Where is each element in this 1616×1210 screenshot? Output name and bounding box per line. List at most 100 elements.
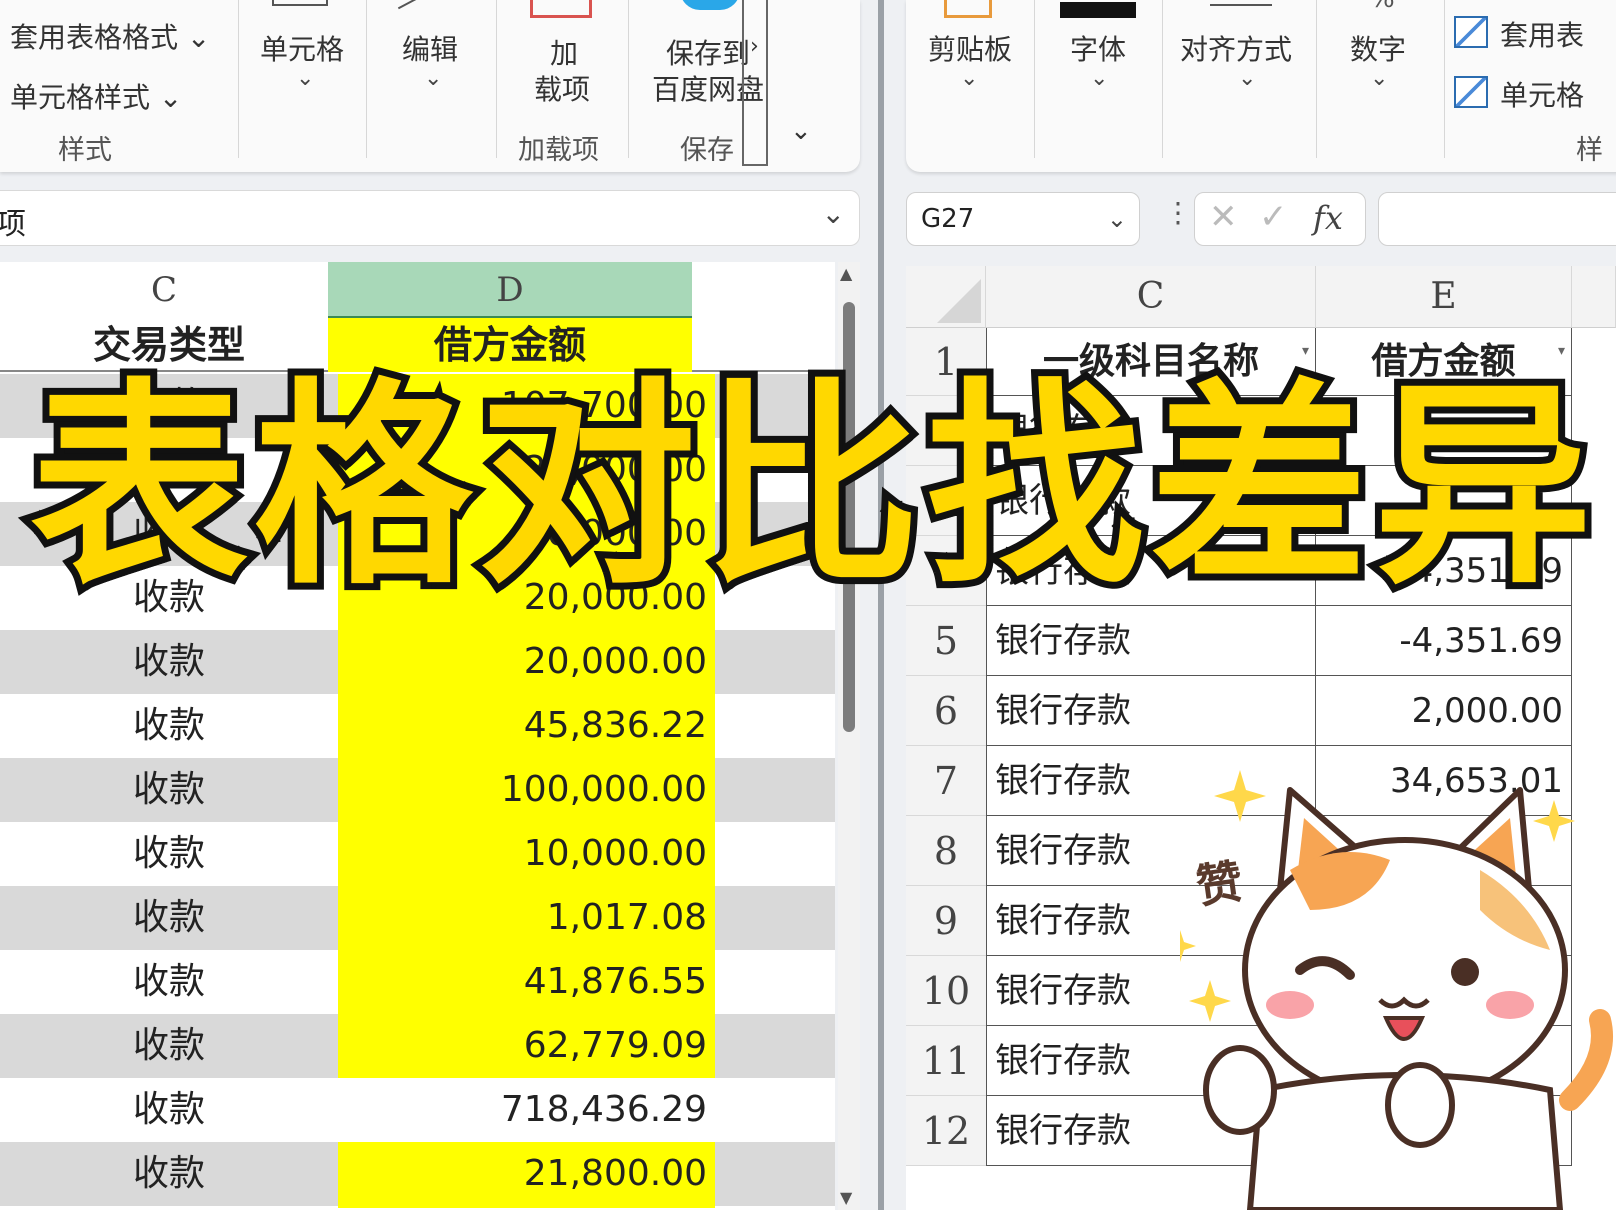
next-column-cell[interactable] [715, 950, 835, 1016]
ribbon-separator [1444, 0, 1445, 158]
cell-style-icon [1454, 76, 1488, 108]
chevron-down-icon[interactable]: ⌄ [1107, 193, 1127, 245]
transaction-type-cell[interactable]: 收款 [0, 1078, 338, 1144]
chevron-down-icon: ⌄ [1090, 66, 1109, 91]
column-header-d[interactable]: D [328, 262, 692, 318]
row-header[interactable]: 12 [906, 1096, 986, 1166]
cell-style-button[interactable]: 单元格 [1454, 74, 1616, 118]
expand-formula-icon[interactable]: ⌄ [822, 197, 845, 230]
debit-amount-cell[interactable]: 41,876.55 [338, 950, 715, 1016]
row-header[interactable]: 9 [906, 886, 986, 956]
alignment-button[interactable]: 对齐方式 ⌄ [1172, 0, 1318, 150]
cell-icon [272, 0, 328, 6]
table-row[interactable]: 收款 1,017.08 [0, 886, 835, 952]
row-header[interactable]: 6 [906, 676, 986, 746]
column-header-c[interactable]: C [986, 266, 1316, 328]
ribbon-separator [1034, 0, 1035, 158]
name-box[interactable]: G27 ⌄ [906, 192, 1140, 246]
column-header-e[interactable]: E [1316, 266, 1572, 328]
debit-amount-cell[interactable]: -4,351.69 [1316, 606, 1572, 676]
edit-button[interactable]: 编辑 ⌄ [384, 0, 484, 150]
transaction-type-cell[interactable]: 收款 [0, 822, 338, 888]
more-options-icon[interactable]: ⋮ [1164, 196, 1192, 229]
transaction-type-cell[interactable]: 收款 [0, 1014, 338, 1080]
next-column-cell[interactable] [715, 1078, 835, 1144]
cell-style-button[interactable]: 单元格样式 ⌄ [10, 76, 182, 116]
transaction-type-cell[interactable]: 收款 [0, 950, 338, 1016]
next-column-cell[interactable] [715, 822, 835, 888]
formula-bar[interactable]: 项 ⌄ [0, 190, 860, 246]
cell-button[interactable]: 单元格 ⌄ [252, 0, 356, 150]
transaction-type-cell[interactable]: 收款 [0, 886, 338, 952]
ribbon-separator [238, 0, 239, 158]
scroll-down-icon[interactable]: ▼ [840, 1188, 852, 1207]
chevron-down-icon: ⌄ [1238, 66, 1257, 91]
overlay-title: 表格对比找差异 [23, 361, 1599, 615]
table-row[interactable]: 收款 21,800.00 [0, 1142, 835, 1208]
table-format-button[interactable]: 套用表格格式 ⌄ [10, 16, 210, 56]
debit-amount-cell[interactable]: 10,000.00 [338, 822, 715, 888]
next-column-cell[interactable] [715, 694, 835, 760]
table-row[interactable]: 收款 45,836.22 [0, 694, 835, 760]
baidu-cloud-icon [680, 0, 740, 10]
debit-amount-cell[interactable]: 2,000.00 [1316, 676, 1572, 746]
column-header-next[interactable] [1572, 266, 1616, 328]
font-button[interactable]: 字体 ⌄ [1044, 0, 1156, 150]
debit-amount-cell[interactable]: 1,017.08 [338, 886, 715, 952]
table-format-button[interactable]: 套用表 [1454, 14, 1616, 58]
row-header[interactable]: 10 [906, 956, 986, 1026]
ribbon-scroll-box[interactable] [742, 0, 768, 166]
table-row[interactable]: 收款 10,000.00 [0, 822, 835, 888]
formula-controls: ✕ ✓ fx [1194, 192, 1366, 246]
debit-amount-cell[interactable]: 20,000.00 [338, 630, 715, 696]
debit-amount-cell[interactable]: 21,800.00 [338, 1142, 715, 1208]
percent-icon: % [1370, 0, 1395, 14]
collapse-ribbon-icon[interactable]: ⌄ [790, 116, 812, 146]
ribbon: 剪贴板 ⌄ 字体 ⌄ 对齐方式 ⌄ % 数字 ⌄ 套用表 单元格 [906, 0, 1616, 172]
row-header[interactable]: 7 [906, 746, 986, 816]
confirm-icon[interactable]: ✓ [1259, 197, 1288, 237]
row-header[interactable]: 5 [906, 606, 986, 676]
transaction-type-cell[interactable]: 收款 [0, 694, 338, 760]
table-row[interactable]: 收款 41,876.55 [0, 950, 835, 1016]
table-row[interactable]: 收款 20,000.00 [0, 630, 835, 696]
clipboard-button[interactable]: 剪贴板 ⌄ [906, 0, 1026, 150]
column-header-c[interactable]: C [0, 262, 328, 318]
cat-sticker [1180, 770, 1613, 1210]
account-name-cell[interactable]: 银行存款 [986, 606, 1316, 676]
ribbon-separator [366, 0, 367, 158]
table-row[interactable]: 收款 62,779.09 [0, 1014, 835, 1080]
debit-amount-cell[interactable]: 62,779.09 [338, 1014, 715, 1080]
next-column-cell[interactable] [715, 1142, 835, 1208]
transaction-type-cell[interactable]: 收款 [0, 630, 338, 696]
ribbon-separator [496, 0, 497, 158]
debit-amount-cell[interactable]: 718,436.29 [338, 1078, 715, 1144]
account-name-cell[interactable]: 银行存款 [986, 676, 1316, 746]
ribbon: 套用表格格式 ⌄ 单元格样式 ⌄ 样式 单元格 ⌄ 编辑 ⌄ 加 载项 加载项 … [0, 0, 860, 172]
style-group-label: 样式 [58, 135, 112, 166]
select-all-corner[interactable] [906, 266, 986, 328]
formula-bar[interactable] [1378, 192, 1616, 246]
next-column-cell[interactable] [715, 630, 835, 696]
row-header[interactable]: 8 [906, 816, 986, 886]
transaction-type-cell[interactable]: 收款 [0, 758, 338, 824]
chevron-down-icon: ⌄ [296, 66, 315, 91]
number-button[interactable]: % 数字 ⌄ [1326, 0, 1436, 150]
style-group-label: 样 [1576, 135, 1603, 166]
debit-amount-cell[interactable]: 100,000.00 [338, 758, 715, 824]
debit-amount-cell[interactable]: 45,836.22 [338, 694, 715, 760]
table-row[interactable]: 收款 718,436.29 [0, 1078, 835, 1142]
ribbon-separator [1316, 0, 1317, 158]
addin-button[interactable]: 加 载项 [510, 0, 620, 124]
ribbon-separator [1162, 0, 1163, 158]
cancel-icon[interactable]: ✕ [1209, 197, 1238, 237]
table-row[interactable]: 收款 100,000.00 [0, 758, 835, 824]
scroll-up-icon[interactable]: ▲ [840, 264, 852, 283]
insert-function-icon[interactable]: fx [1313, 199, 1343, 237]
next-column-cell[interactable] [715, 758, 835, 824]
next-column-cell[interactable] [715, 1014, 835, 1080]
transaction-type-cell[interactable]: 收款 [0, 1142, 338, 1208]
chevron-down-icon: ⌄ [960, 66, 979, 91]
row-header[interactable]: 11 [906, 1026, 986, 1096]
next-column-cell[interactable] [715, 886, 835, 952]
